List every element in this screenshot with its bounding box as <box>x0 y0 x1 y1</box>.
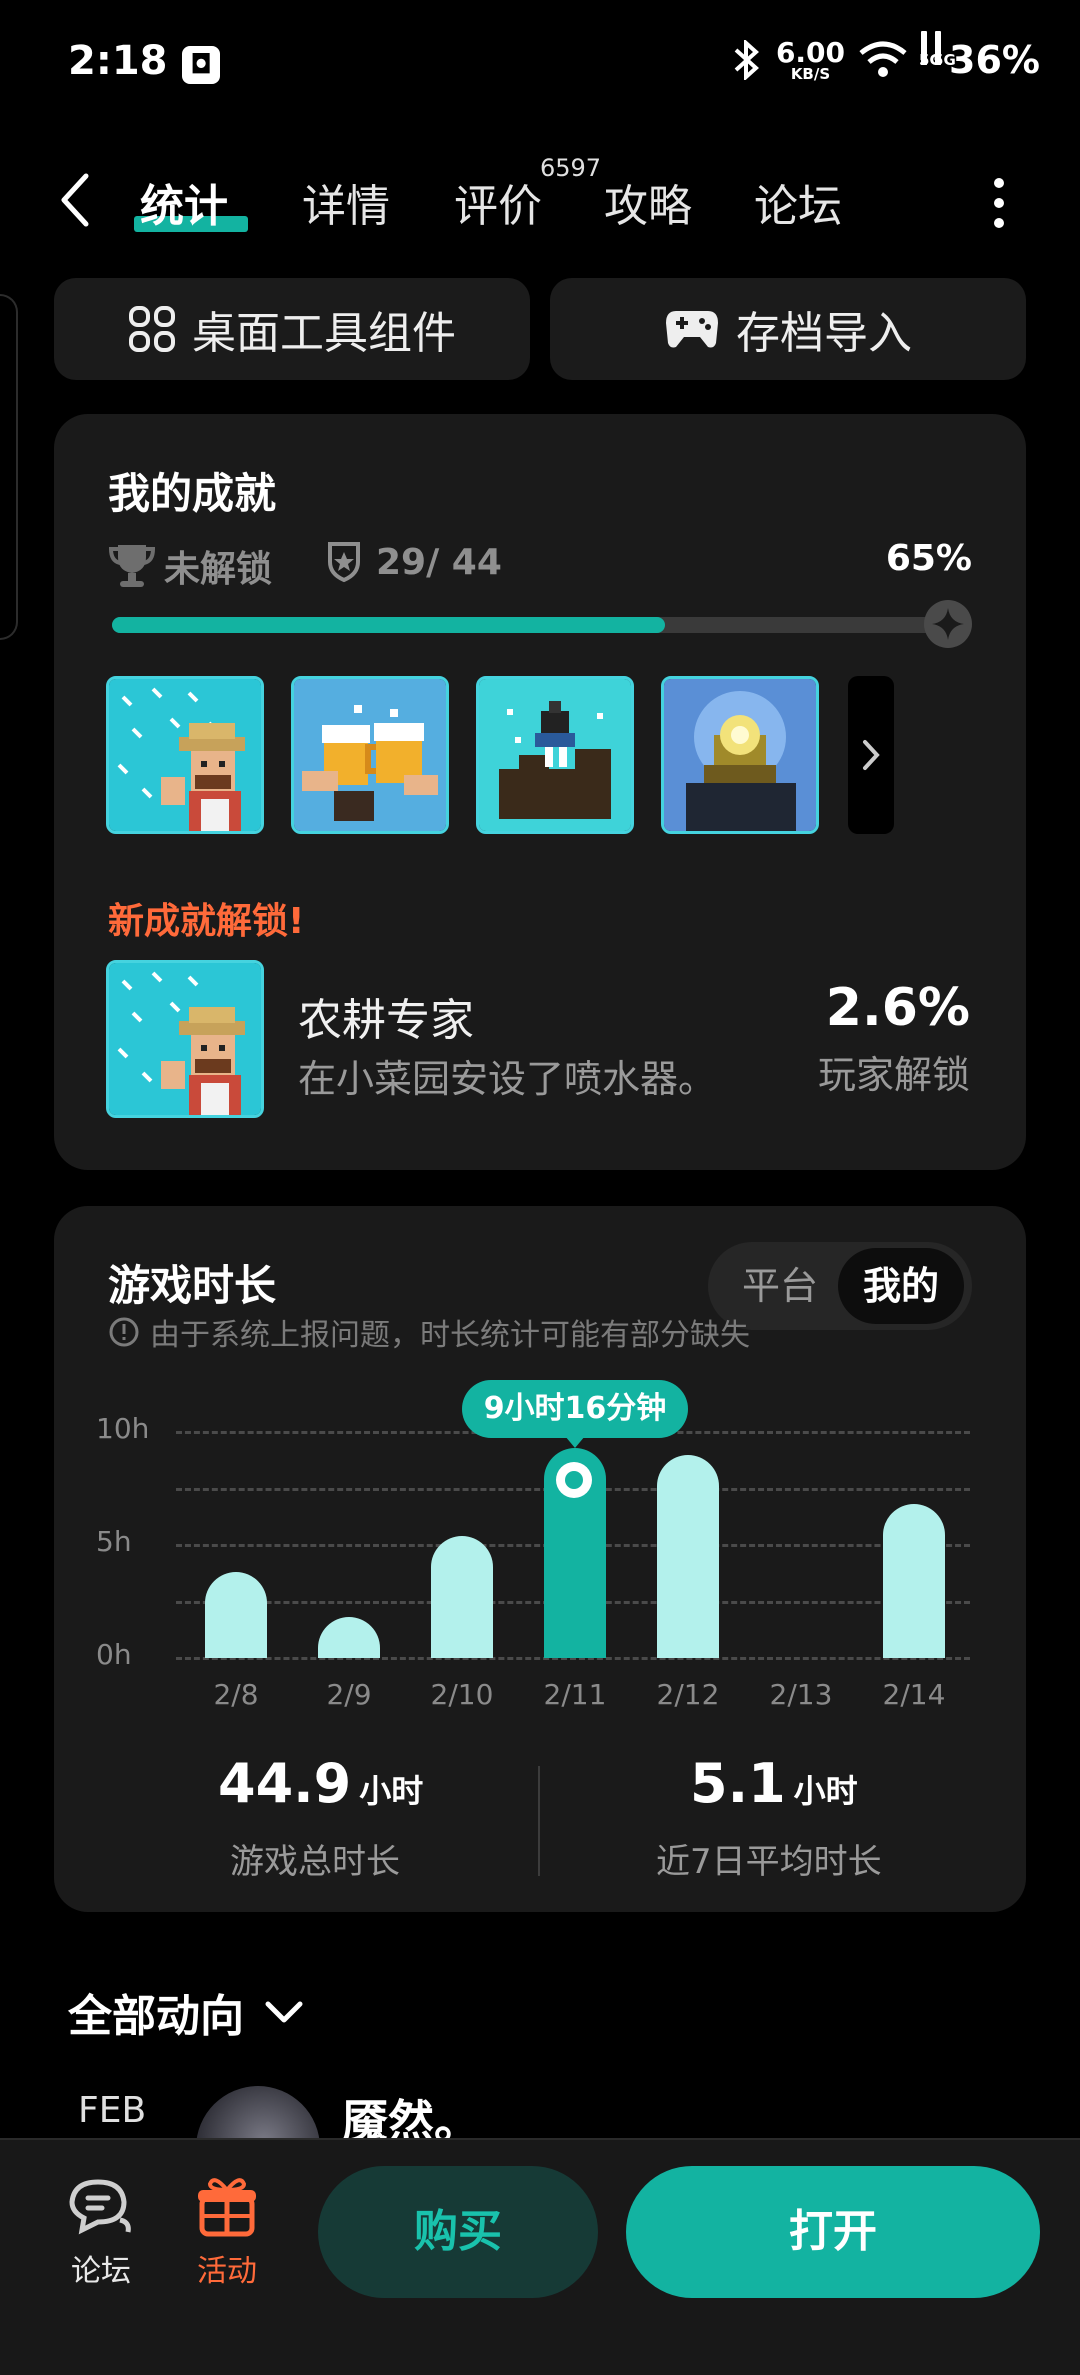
total-playtime-value: 44.9 <box>218 1752 352 1815</box>
events-label: 活动 <box>197 2254 257 2289</box>
avg-playtime-value: 5.1 <box>690 1752 786 1815</box>
x-tick-label: 2/10 <box>430 1678 494 1711</box>
new-achievement-desc: 在小菜园安设了喷水器。 <box>298 1057 717 1101</box>
bar-2-12[interactable] <box>657 1454 719 1658</box>
avg-playtime: 5.1 小时 <box>690 1752 858 1815</box>
locked-achievements: 未解锁 <box>108 540 272 592</box>
playtime-note: 由于系统上报问题，时长统计可能有部分缺失 <box>108 1310 750 1354</box>
back-icon[interactable] <box>58 172 94 228</box>
bar-2-10[interactable] <box>431 1535 493 1658</box>
selected-bar-tooltip: 9小时16分钟 <box>462 1380 688 1448</box>
achievement-percent: 65% <box>885 538 972 579</box>
widget-grid-icon <box>129 306 175 352</box>
achievement-thumb-statue[interactable] <box>661 676 819 834</box>
playtime-note-text: 由于系统上报问题，时长统计可能有部分缺失 <box>150 1318 750 1353</box>
x-tick-label: 2/8 <box>213 1678 259 1711</box>
events-button[interactable]: 活动 <box>182 2176 272 2290</box>
total-playtime-label: 游戏总时长 <box>230 1842 400 1882</box>
trophy-icon <box>108 545 156 587</box>
review-count-badge: 6597 <box>540 154 602 182</box>
x-tick-label: 2/12 <box>656 1678 720 1711</box>
wifi-icon <box>859 41 907 77</box>
tab-details[interactable]: 详情 <box>302 170 390 234</box>
achievement-progress-fill <box>112 617 665 633</box>
avg-playtime-unit: 小时 <box>793 1772 858 1810</box>
status-time: 2:18 <box>68 38 168 84</box>
total-playtime-unit: 小时 <box>359 1772 424 1810</box>
achievement-count: 29/ 44 <box>326 540 502 584</box>
activity-month: FEB <box>78 2090 147 2131</box>
new-achievement-name: 农耕专家 <box>298 995 474 1046</box>
side-edge-handle <box>0 294 18 640</box>
info-icon <box>109 1317 139 1347</box>
bar-2-8[interactable] <box>205 1572 267 1658</box>
tab-guides[interactable]: 攻略 <box>604 170 692 234</box>
bottom-action-bar: 论坛 活动 购买 打开 <box>0 2138 1080 2375</box>
chevron-right-icon <box>863 740 880 770</box>
more-achievements-button[interactable] <box>848 676 894 834</box>
x-tick-label: 2/11 <box>543 1678 607 1711</box>
x-tick-label: 2/9 <box>326 1678 372 1711</box>
all-activity-label: 全部动向 <box>68 1991 244 2042</box>
achievement-thumb-sprinkler[interactable] <box>476 676 634 834</box>
stats-divider <box>538 1766 540 1876</box>
segment-platform[interactable]: 平台 <box>742 1242 818 1330</box>
new-achievement-rate-label: 玩家解锁 <box>817 1053 970 1097</box>
forum-label: 论坛 <box>71 2254 131 2289</box>
achievement-thumb-beer[interactable] <box>291 676 449 834</box>
bluetooth-icon <box>734 40 759 80</box>
selected-bar-marker <box>556 1462 592 1498</box>
y-tick-label: 10h <box>96 1412 150 1445</box>
tab-stats[interactable]: 统计 <box>140 170 228 234</box>
bar-2-14[interactable] <box>883 1504 945 1658</box>
save-import-button[interactable]: 存档导入 <box>550 278 1026 380</box>
buy-button[interactable]: 购买 <box>318 2166 598 2298</box>
total-playtime: 44.9 小时 <box>218 1752 423 1815</box>
x-tick-label: 2/13 <box>769 1678 833 1711</box>
medal-icon <box>328 542 360 583</box>
all-activity-dropdown[interactable]: 全部动向 <box>68 1980 304 2044</box>
chevron-down-icon <box>265 2001 303 2023</box>
gamepad-icon <box>666 311 718 348</box>
x-tick-label: 2/14 <box>882 1678 946 1711</box>
achievements-title: 我的成就 <box>108 469 277 518</box>
gift-icon <box>198 2178 256 2237</box>
avg-playtime-label: 近7日平均时长 <box>656 1842 882 1882</box>
sparkle-goal-icon <box>924 600 972 648</box>
segment-mine[interactable]: 我的 <box>838 1248 964 1324</box>
achievement-thumb-farmer[interactable] <box>106 676 264 834</box>
playtime-title: 游戏时长 <box>108 1261 277 1310</box>
desktop-widget-label: 桌面工具组件 <box>192 308 456 359</box>
locked-label: 未解锁 <box>164 549 273 590</box>
y-tick-label: 0h <box>96 1638 132 1671</box>
status-bar: 2:18 ◘ 6.00 KB/S 5G 5G 36% <box>0 0 1080 130</box>
new-achievement-rate: 2.6% <box>825 978 970 1038</box>
y-tick-label: 5h <box>96 1525 132 1558</box>
notification-app-icon: ◘ <box>182 46 220 84</box>
new-achievement-thumb[interactable] <box>106 960 264 1118</box>
top-nav: 统计 详情 评价 6597 攻略 论坛 <box>0 154 1080 240</box>
network-speed: 6.00 KB/S <box>775 35 846 83</box>
achievement-count-value: 29/ 44 <box>376 541 502 583</box>
save-import-label: 存档导入 <box>736 308 912 359</box>
more-options-icon[interactable] <box>992 178 1006 228</box>
battery-percent: 36% <box>949 38 1040 82</box>
tab-reviews[interactable]: 评价 <box>454 170 542 234</box>
forum-chat-icon <box>69 2179 131 2235</box>
forum-button[interactable]: 论坛 <box>56 2176 146 2290</box>
open-button[interactable]: 打开 <box>626 2166 1040 2298</box>
achievement-progress-bar <box>112 617 962 633</box>
new-achievement-title: 新成就解锁! <box>108 901 305 942</box>
tab-forum[interactable]: 论坛 <box>754 170 842 234</box>
desktop-widget-button[interactable]: 桌面工具组件 <box>54 278 530 380</box>
